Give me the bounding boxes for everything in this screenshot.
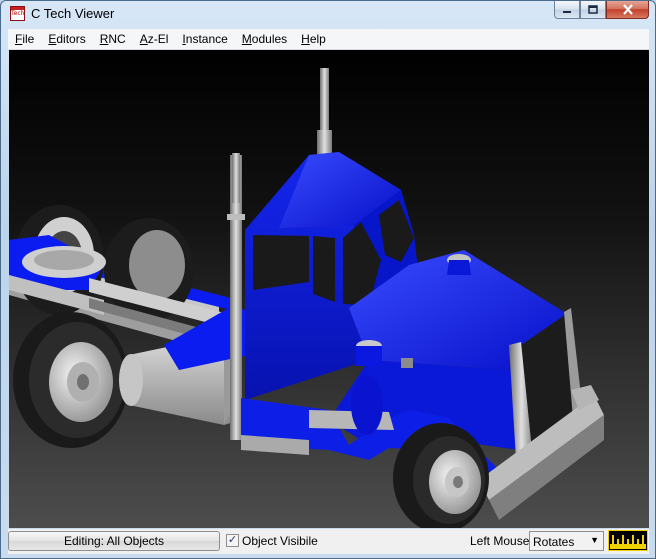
truck-model bbox=[9, 68, 604, 528]
title-bar[interactable]: Tech C Tech Viewer bbox=[1, 1, 655, 29]
mouse-mode-value: Rotates bbox=[533, 535, 575, 549]
editing-objects-button[interactable]: Editing: All Objects bbox=[8, 531, 220, 551]
maximize-icon bbox=[588, 4, 598, 14]
minimize-button[interactable] bbox=[554, 1, 580, 19]
chevron-down-icon: ▼ bbox=[590, 535, 599, 545]
close-icon bbox=[622, 4, 633, 15]
menu-bar: File Editors RNC Az-El Instance Modules … bbox=[8, 29, 649, 50]
status-bar: Editing: All Objects ✓ Object Visibile L… bbox=[8, 529, 649, 554]
menu-modules[interactable]: Modules bbox=[235, 29, 294, 49]
app-icon: Tech bbox=[10, 6, 25, 21]
close-button[interactable] bbox=[606, 1, 649, 19]
menu-az-el[interactable]: Az-El bbox=[133, 29, 176, 49]
ruler-icon[interactable] bbox=[608, 530, 648, 551]
window-controls bbox=[554, 1, 649, 21]
minimize-icon bbox=[563, 10, 571, 13]
menu-rnc[interactable]: RNC bbox=[93, 29, 133, 49]
mouse-mode-select[interactable]: Rotates ▼ bbox=[529, 531, 604, 551]
object-visible-checkbox[interactable]: ✓ bbox=[226, 534, 239, 547]
app-window: Tech C Tech Viewer File Editors RNC Az-E… bbox=[0, 0, 656, 559]
ruler-ticks bbox=[610, 535, 646, 549]
object-visible-label: Object Visibile bbox=[242, 534, 318, 548]
menu-instance[interactable]: Instance bbox=[175, 29, 234, 49]
left-mouse-label: Left Mouse bbox=[470, 534, 530, 548]
menu-help[interactable]: Help bbox=[294, 29, 333, 49]
3d-viewport[interactable] bbox=[9, 50, 649, 528]
menu-file[interactable]: File bbox=[8, 29, 41, 49]
menu-editors[interactable]: Editors bbox=[41, 29, 92, 49]
window-title: C Tech Viewer bbox=[31, 6, 115, 21]
maximize-button[interactable] bbox=[580, 1, 606, 19]
